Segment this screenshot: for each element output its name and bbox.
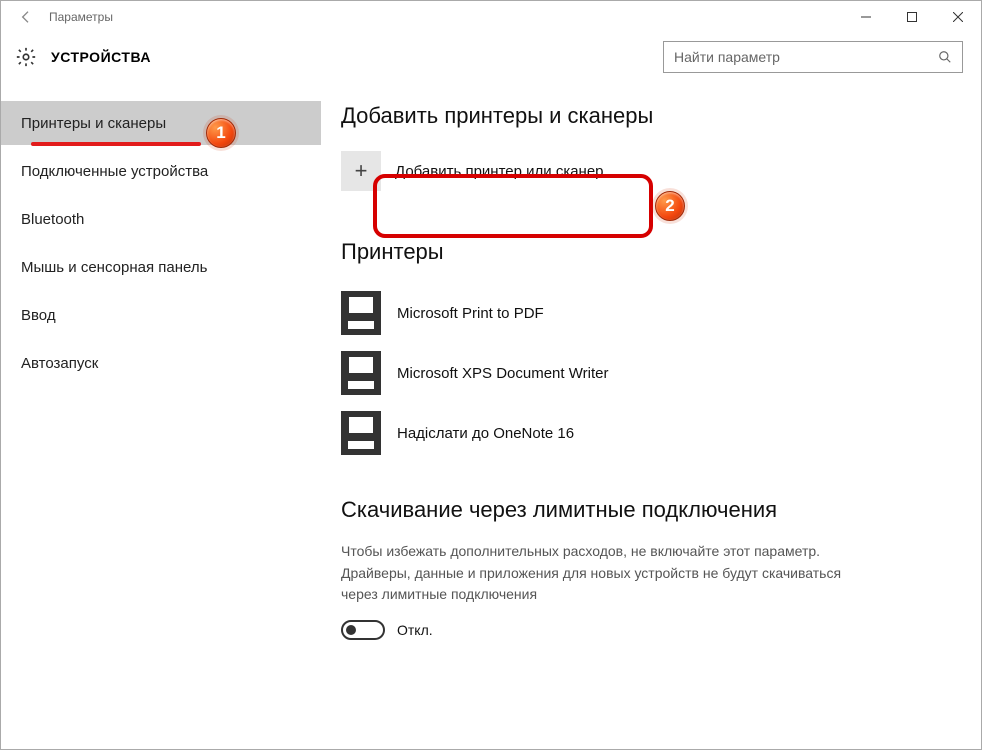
printer-label: Надіслати до OneNote 16	[397, 425, 574, 442]
sidebar-item-label: Подключенные устройства	[21, 163, 208, 180]
printer-item[interactable]: Microsoft XPS Document Writer	[341, 343, 941, 403]
toggle-state: Откл.	[397, 622, 433, 638]
sidebar-item-printers-scanners[interactable]: Принтеры и сканеры	[1, 101, 321, 145]
search-icon	[928, 50, 962, 64]
gear-icon	[13, 44, 39, 70]
sidebar-item-label: Принтеры и сканеры	[21, 115, 166, 132]
metered-section: Скачивание через лимитные подключения Чт…	[341, 497, 941, 640]
printer-item[interactable]: Microsoft Print to PDF	[341, 283, 941, 343]
sidebar-item-label: Ввод	[21, 307, 56, 324]
section-heading-metered: Скачивание через лимитные подключения	[341, 497, 941, 523]
plus-icon: +	[341, 151, 381, 191]
add-printer-label: Добавить принтер или сканер	[395, 163, 604, 180]
sidebar-item-mouse-touchpad[interactable]: Мышь и сенсорная панель	[1, 245, 321, 289]
sidebar: Принтеры и сканеры Подключенные устройст…	[1, 81, 321, 749]
sidebar-item-label: Bluetooth	[21, 211, 84, 228]
section-heading-add: Добавить принтеры и сканеры	[341, 103, 941, 129]
printer-icon	[341, 351, 381, 395]
search-input[interactable]	[664, 49, 928, 65]
toggle-thumb	[346, 625, 356, 635]
close-button[interactable]	[935, 1, 981, 33]
sidebar-item-connected-devices[interactable]: Подключенные устройства	[1, 149, 321, 193]
printer-item[interactable]: Надіслати до OneNote 16	[341, 403, 941, 463]
section-heading-printers: Принтеры	[341, 239, 941, 265]
printer-label: Microsoft Print to PDF	[397, 305, 544, 322]
window-controls	[843, 1, 981, 33]
add-printer-button[interactable]: + Добавить принтер или сканер	[341, 147, 701, 195]
settings-window: Параметры УСТРОЙСТВА Принтеры и ска	[0, 0, 982, 750]
page-title: УСТРОЙСТВА	[51, 49, 151, 65]
annotation-underline-1	[31, 142, 201, 146]
toggle-track	[341, 620, 385, 640]
sidebar-item-typing[interactable]: Ввод	[1, 293, 321, 337]
header: УСТРОЙСТВА	[1, 33, 981, 81]
metered-toggle[interactable]: Откл.	[341, 620, 941, 640]
sidebar-item-bluetooth[interactable]: Bluetooth	[1, 197, 321, 241]
maximize-button[interactable]	[889, 1, 935, 33]
sidebar-item-label: Автозапуск	[21, 355, 98, 372]
printer-icon	[341, 411, 381, 455]
minimize-button[interactable]	[843, 1, 889, 33]
content: Принтеры и сканеры Подключенные устройст…	[1, 81, 981, 749]
printer-icon	[341, 291, 381, 335]
main-panel: Добавить принтеры и сканеры + Добавить п…	[321, 81, 981, 749]
sidebar-item-label: Мышь и сенсорная панель	[21, 259, 207, 276]
metered-description: Чтобы избежать дополнительных расходов, …	[341, 541, 881, 606]
printer-label: Microsoft XPS Document Writer	[397, 365, 608, 382]
sidebar-item-autoplay[interactable]: Автозапуск	[1, 341, 321, 385]
window-title: Параметры	[45, 10, 113, 24]
printers-section: Принтеры Microsoft Print to PDF Microsof…	[341, 239, 941, 463]
search-box[interactable]	[663, 41, 963, 73]
back-button[interactable]	[7, 1, 45, 33]
titlebar: Параметры	[1, 1, 981, 33]
